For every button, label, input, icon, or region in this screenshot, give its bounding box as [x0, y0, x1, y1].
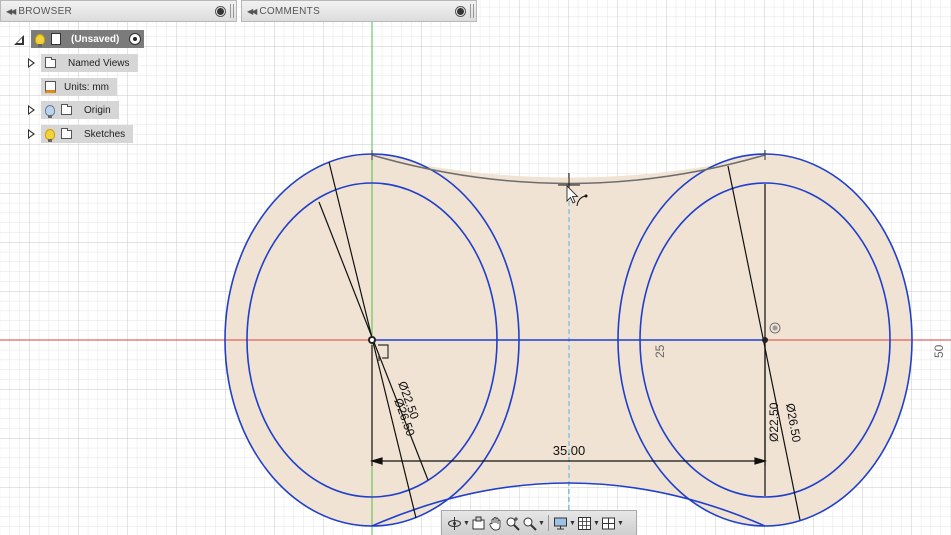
- navigation-toolbar: ▼ ▼ ▼ ▼ ▼: [441, 510, 637, 535]
- collapse-left-icon[interactable]: ◀◀: [247, 7, 257, 16]
- panel-grip-icon[interactable]: [230, 4, 234, 18]
- browser-title: BROWSER: [18, 5, 73, 17]
- comments-title: COMMENTS: [259, 5, 321, 17]
- grid-settings-icon[interactable]: [576, 515, 593, 532]
- add-comment-icon[interactable]: [457, 7, 464, 15]
- display-caret-icon[interactable]: ▼: [569, 520, 576, 527]
- folder-icon: [61, 103, 72, 115]
- viewports-caret-icon[interactable]: ▼: [617, 520, 624, 527]
- browser-item-named-views[interactable]: Named Views: [28, 54, 138, 72]
- dim-35-text[interactable]: 35.00: [553, 443, 586, 458]
- zoom-fit-icon[interactable]: [504, 515, 521, 532]
- display-settings-icon[interactable]: [552, 515, 569, 532]
- left-center-point-inner: [370, 338, 374, 342]
- browser-item-sketches[interactable]: Sketches: [28, 125, 134, 143]
- expand-icon[interactable]: [28, 129, 35, 139]
- panel-grip-icon[interactable]: [470, 4, 474, 18]
- visibility-bulb-icon[interactable]: [45, 104, 55, 118]
- browser-item-units[interactable]: Units: mm: [41, 78, 117, 96]
- visibility-bulb-icon[interactable]: [45, 128, 55, 142]
- expand-icon[interactable]: [28, 105, 35, 115]
- browser-item-origin[interactable]: Origin: [28, 101, 119, 119]
- activate-radio-icon[interactable]: [129, 33, 142, 45]
- expand-open-icon[interactable]: [13, 34, 24, 45]
- collapse-left-icon[interactable]: ◀◀: [6, 7, 16, 16]
- sketches-node[interactable]: Sketches: [41, 125, 134, 143]
- viewports-icon[interactable]: [600, 515, 617, 532]
- comments-panel-header[interactable]: ◀◀ COMMENTS: [241, 0, 477, 22]
- browser-panel-header[interactable]: ◀◀ BROWSER: [0, 0, 237, 22]
- visibility-bulb-icon[interactable]: [35, 33, 45, 47]
- ruler-label-50: 50: [932, 344, 946, 358]
- orbit-caret-icon[interactable]: ▼: [463, 520, 470, 527]
- named-views-node[interactable]: Named Views: [41, 54, 138, 72]
- pan-icon[interactable]: [487, 515, 504, 532]
- root-node[interactable]: (Unsaved): [31, 30, 145, 48]
- folder-icon: [61, 127, 72, 139]
- toolbar-separator: [548, 515, 549, 531]
- grid-caret-icon[interactable]: ▼: [593, 520, 600, 527]
- origin-label: Origin: [84, 104, 111, 116]
- zoom-caret-icon[interactable]: ▼: [538, 520, 545, 527]
- sketch-canvas[interactable]: 35.00 Ø22.50 Ø26.50 Ø22.50 Ø26.50 25 50: [0, 0, 951, 535]
- look-at-icon[interactable]: [470, 515, 487, 532]
- browser-root-row[interactable]: (Unsaved): [13, 30, 145, 48]
- named-views-label: Named Views: [68, 57, 130, 69]
- ruler-label-25: 25: [653, 344, 667, 358]
- units-icon: [45, 81, 56, 93]
- root-label: (Unsaved): [71, 33, 120, 45]
- zoom-icon[interactable]: [521, 515, 538, 532]
- origin-node[interactable]: Origin: [41, 101, 119, 119]
- units-label: Units: mm: [64, 81, 109, 93]
- units-node[interactable]: Units: mm: [41, 78, 117, 96]
- expand-icon[interactable]: [28, 58, 35, 68]
- folder-icon: [45, 56, 56, 68]
- orbit-icon[interactable]: [446, 515, 463, 532]
- sketches-label: Sketches: [84, 128, 126, 140]
- right-center-point[interactable]: [762, 337, 768, 343]
- pin-icon[interactable]: [217, 7, 224, 15]
- document-icon: [51, 33, 61, 45]
- dim-right-inner-text[interactable]: Ø22.50: [767, 402, 781, 442]
